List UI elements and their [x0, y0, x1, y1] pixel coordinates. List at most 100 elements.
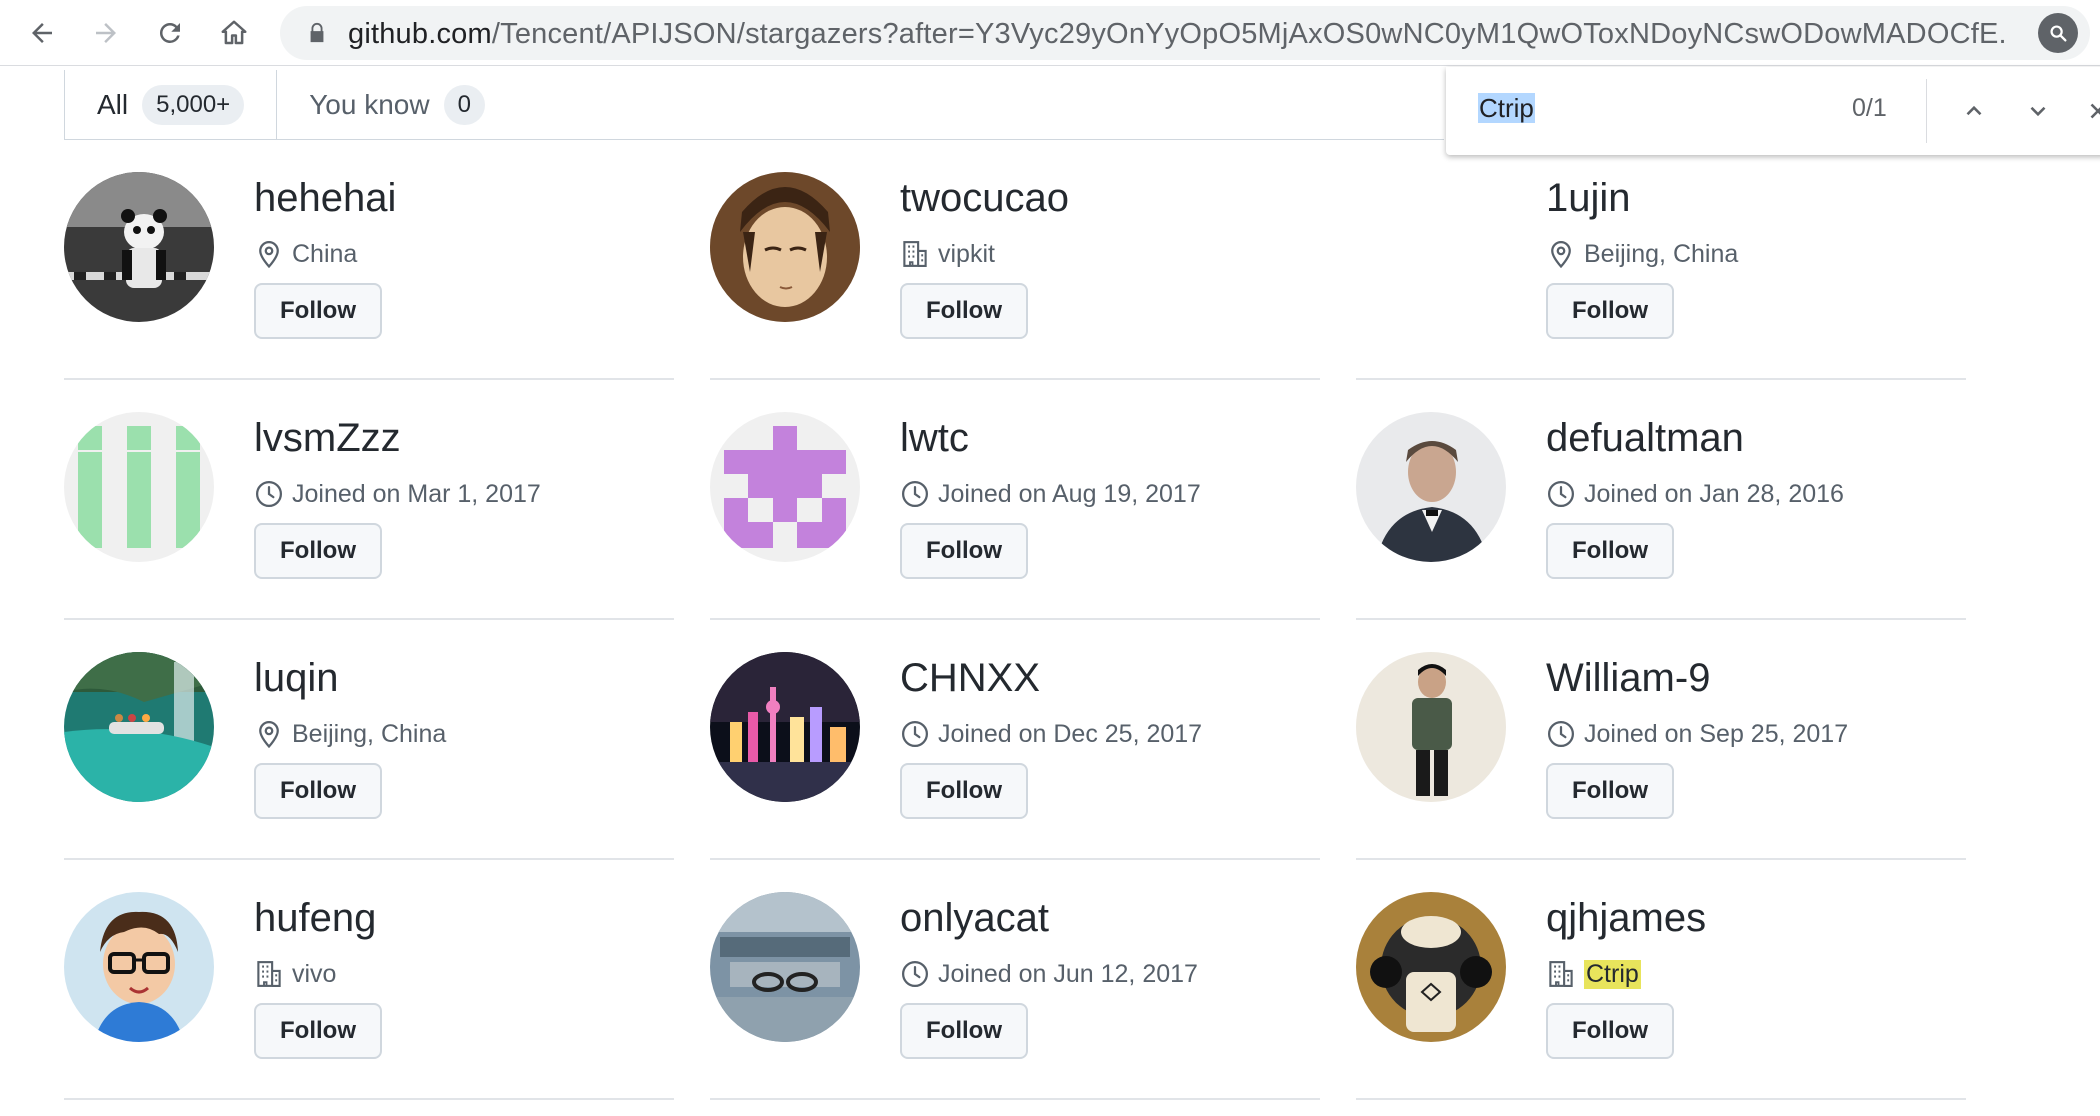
stargazers-tabs: All 5,000+ You know 0 — [64, 70, 517, 140]
home-icon — [221, 20, 247, 45]
username-link[interactable]: twocucao — [900, 176, 1069, 221]
avatar[interactable] — [1356, 172, 1506, 322]
follow-button[interactable]: Follow — [1546, 763, 1674, 819]
username-link[interactable]: defualtman — [1546, 416, 1744, 461]
user-card: twocucao vipkit Follow — [710, 140, 1320, 380]
find-input[interactable]: Ctrip — [1478, 93, 1535, 124]
user-meta: China — [254, 236, 357, 272]
avatar[interactable] — [64, 892, 214, 1042]
username-link[interactable]: luqin — [254, 656, 339, 701]
organization-icon — [900, 239, 938, 269]
url-text[interactable]: github.com/Tencent/APIJSON/stargazers?af… — [348, 18, 2008, 50]
user-meta: Joined on Aug 19, 2017 — [900, 476, 1201, 512]
user-meta-text: Joined on Mar 1, 2017 — [292, 479, 541, 508]
user-meta-text: Joined on Jan 28, 2016 — [1584, 479, 1844, 508]
avatar[interactable] — [710, 652, 860, 802]
tab-you-know-label: You know — [309, 88, 430, 120]
follow-button[interactable]: Follow — [1546, 1003, 1674, 1059]
reload-button[interactable] — [148, 11, 192, 55]
chevron-up-icon — [1966, 105, 1982, 116]
user-meta-text: Beijing, China — [1584, 239, 1739, 268]
user-card: lwtc Joined on Aug 19, 2017 Follow — [710, 380, 1320, 620]
address-bar[interactable]: github.com/Tencent/APIJSON/stargazers?af… — [280, 6, 2090, 60]
follow-button[interactable]: Follow — [254, 523, 382, 579]
username-link[interactable]: hehehai — [254, 176, 396, 221]
username-link[interactable]: hufeng — [254, 896, 376, 941]
find-match-count: 0/1 — [1852, 94, 1887, 122]
home-button[interactable] — [212, 11, 256, 55]
follow-button[interactable]: Follow — [254, 763, 382, 819]
user-meta-text: vipkit — [938, 239, 995, 268]
user-card: onlyacat Joined on Jun 12, 2017 Follow — [710, 860, 1320, 1100]
username-link[interactable]: William-9 — [1546, 656, 1710, 701]
avatar[interactable] — [64, 172, 214, 322]
user-card: hufeng vivo Follow — [64, 860, 674, 1100]
user-meta: vipkit — [900, 236, 995, 272]
forward-button[interactable] — [84, 11, 128, 55]
follow-button[interactable]: Follow — [254, 283, 382, 339]
follow-button[interactable]: Follow — [1546, 523, 1674, 579]
user-meta-text: Joined on Dec 25, 2017 — [938, 719, 1203, 748]
user-meta: Joined on Mar 1, 2017 — [254, 476, 541, 512]
user-meta-text: Beijing, China — [292, 719, 447, 748]
avatar[interactable] — [1356, 652, 1506, 802]
close-icon — [2090, 103, 2100, 119]
browser-toolbar: github.com/Tencent/APIJSON/stargazers?af… — [0, 0, 2100, 66]
url-path: /Tencent/APIJSON/stargazers?after=Y3Vyc2… — [491, 18, 2008, 50]
user-card: luqin Beijing, China Follow — [64, 620, 674, 860]
username-link[interactable]: lwtc — [900, 416, 969, 461]
find-previous-button[interactable] — [1954, 91, 1994, 131]
clock-icon — [900, 719, 938, 749]
avatar[interactable] — [64, 652, 214, 802]
avatar[interactable] — [64, 412, 214, 562]
clock-icon — [1546, 479, 1584, 509]
arrow-left-icon — [32, 23, 52, 43]
clock-icon — [900, 959, 938, 989]
lock-icon — [310, 22, 324, 43]
organization-icon — [1546, 959, 1584, 989]
clock-icon — [900, 479, 938, 509]
user-meta: vivo — [254, 956, 336, 992]
location-icon — [1546, 239, 1584, 269]
tab-you-know[interactable]: You know 0 — [277, 70, 517, 140]
clock-icon — [254, 479, 292, 509]
reload-icon — [159, 22, 180, 43]
username-link[interactable]: CHNXX — [900, 656, 1040, 701]
user-meta: Beijing, China — [1546, 236, 1738, 272]
user-meta: Ctrip — [1546, 956, 1641, 992]
username-link[interactable]: lvsmZzz — [254, 416, 401, 461]
user-meta-text: Joined on Sep 25, 2017 — [1584, 719, 1849, 748]
follow-button[interactable]: Follow — [900, 1003, 1028, 1059]
user-card: 1ujin Beijing, China Follow — [1356, 140, 1966, 380]
tab-all-counter: 5,000+ — [142, 85, 245, 125]
user-meta-text: Joined on Jun 12, 2017 — [938, 959, 1198, 988]
back-button[interactable] — [20, 11, 64, 55]
follow-button[interactable]: Follow — [900, 523, 1028, 579]
find-next-button[interactable] — [2018, 91, 2058, 131]
user-card: CHNXX Joined on Dec 25, 2017 Follow — [710, 620, 1320, 860]
avatar[interactable] — [710, 892, 860, 1042]
username-link[interactable]: onlyacat — [900, 896, 1049, 941]
follow-button[interactable]: Follow — [1546, 283, 1674, 339]
avatar[interactable] — [1356, 412, 1506, 562]
avatar[interactable] — [1356, 892, 1506, 1042]
avatar[interactable] — [710, 412, 860, 562]
username-link[interactable]: 1ujin — [1546, 176, 1631, 221]
tab-all-label: All — [97, 89, 129, 120]
user-meta-text: vivo — [292, 959, 337, 988]
user-meta: Joined on Dec 25, 2017 — [900, 716, 1202, 752]
follow-button[interactable]: Follow — [900, 763, 1028, 819]
user-meta: Joined on Sep 25, 2017 — [1546, 716, 1848, 752]
find-in-page-button[interactable] — [2038, 13, 2078, 53]
user-meta: Beijing, China — [254, 716, 446, 752]
follow-button[interactable]: Follow — [900, 283, 1028, 339]
user-meta-text: Ctrip — [1584, 959, 1641, 989]
user-card: qjhjames Ctrip Follow — [1356, 860, 1966, 1100]
tab-all[interactable]: All 5,000+ — [64, 70, 278, 140]
find-close-button[interactable] — [2078, 91, 2100, 131]
user-meta: Joined on Jun 12, 2017 — [900, 956, 1198, 992]
username-link[interactable]: qjhjames — [1546, 896, 1706, 941]
user-meta: Joined on Jan 28, 2016 — [1546, 476, 1844, 512]
avatar[interactable] — [710, 172, 860, 322]
follow-button[interactable]: Follow — [254, 1003, 382, 1059]
